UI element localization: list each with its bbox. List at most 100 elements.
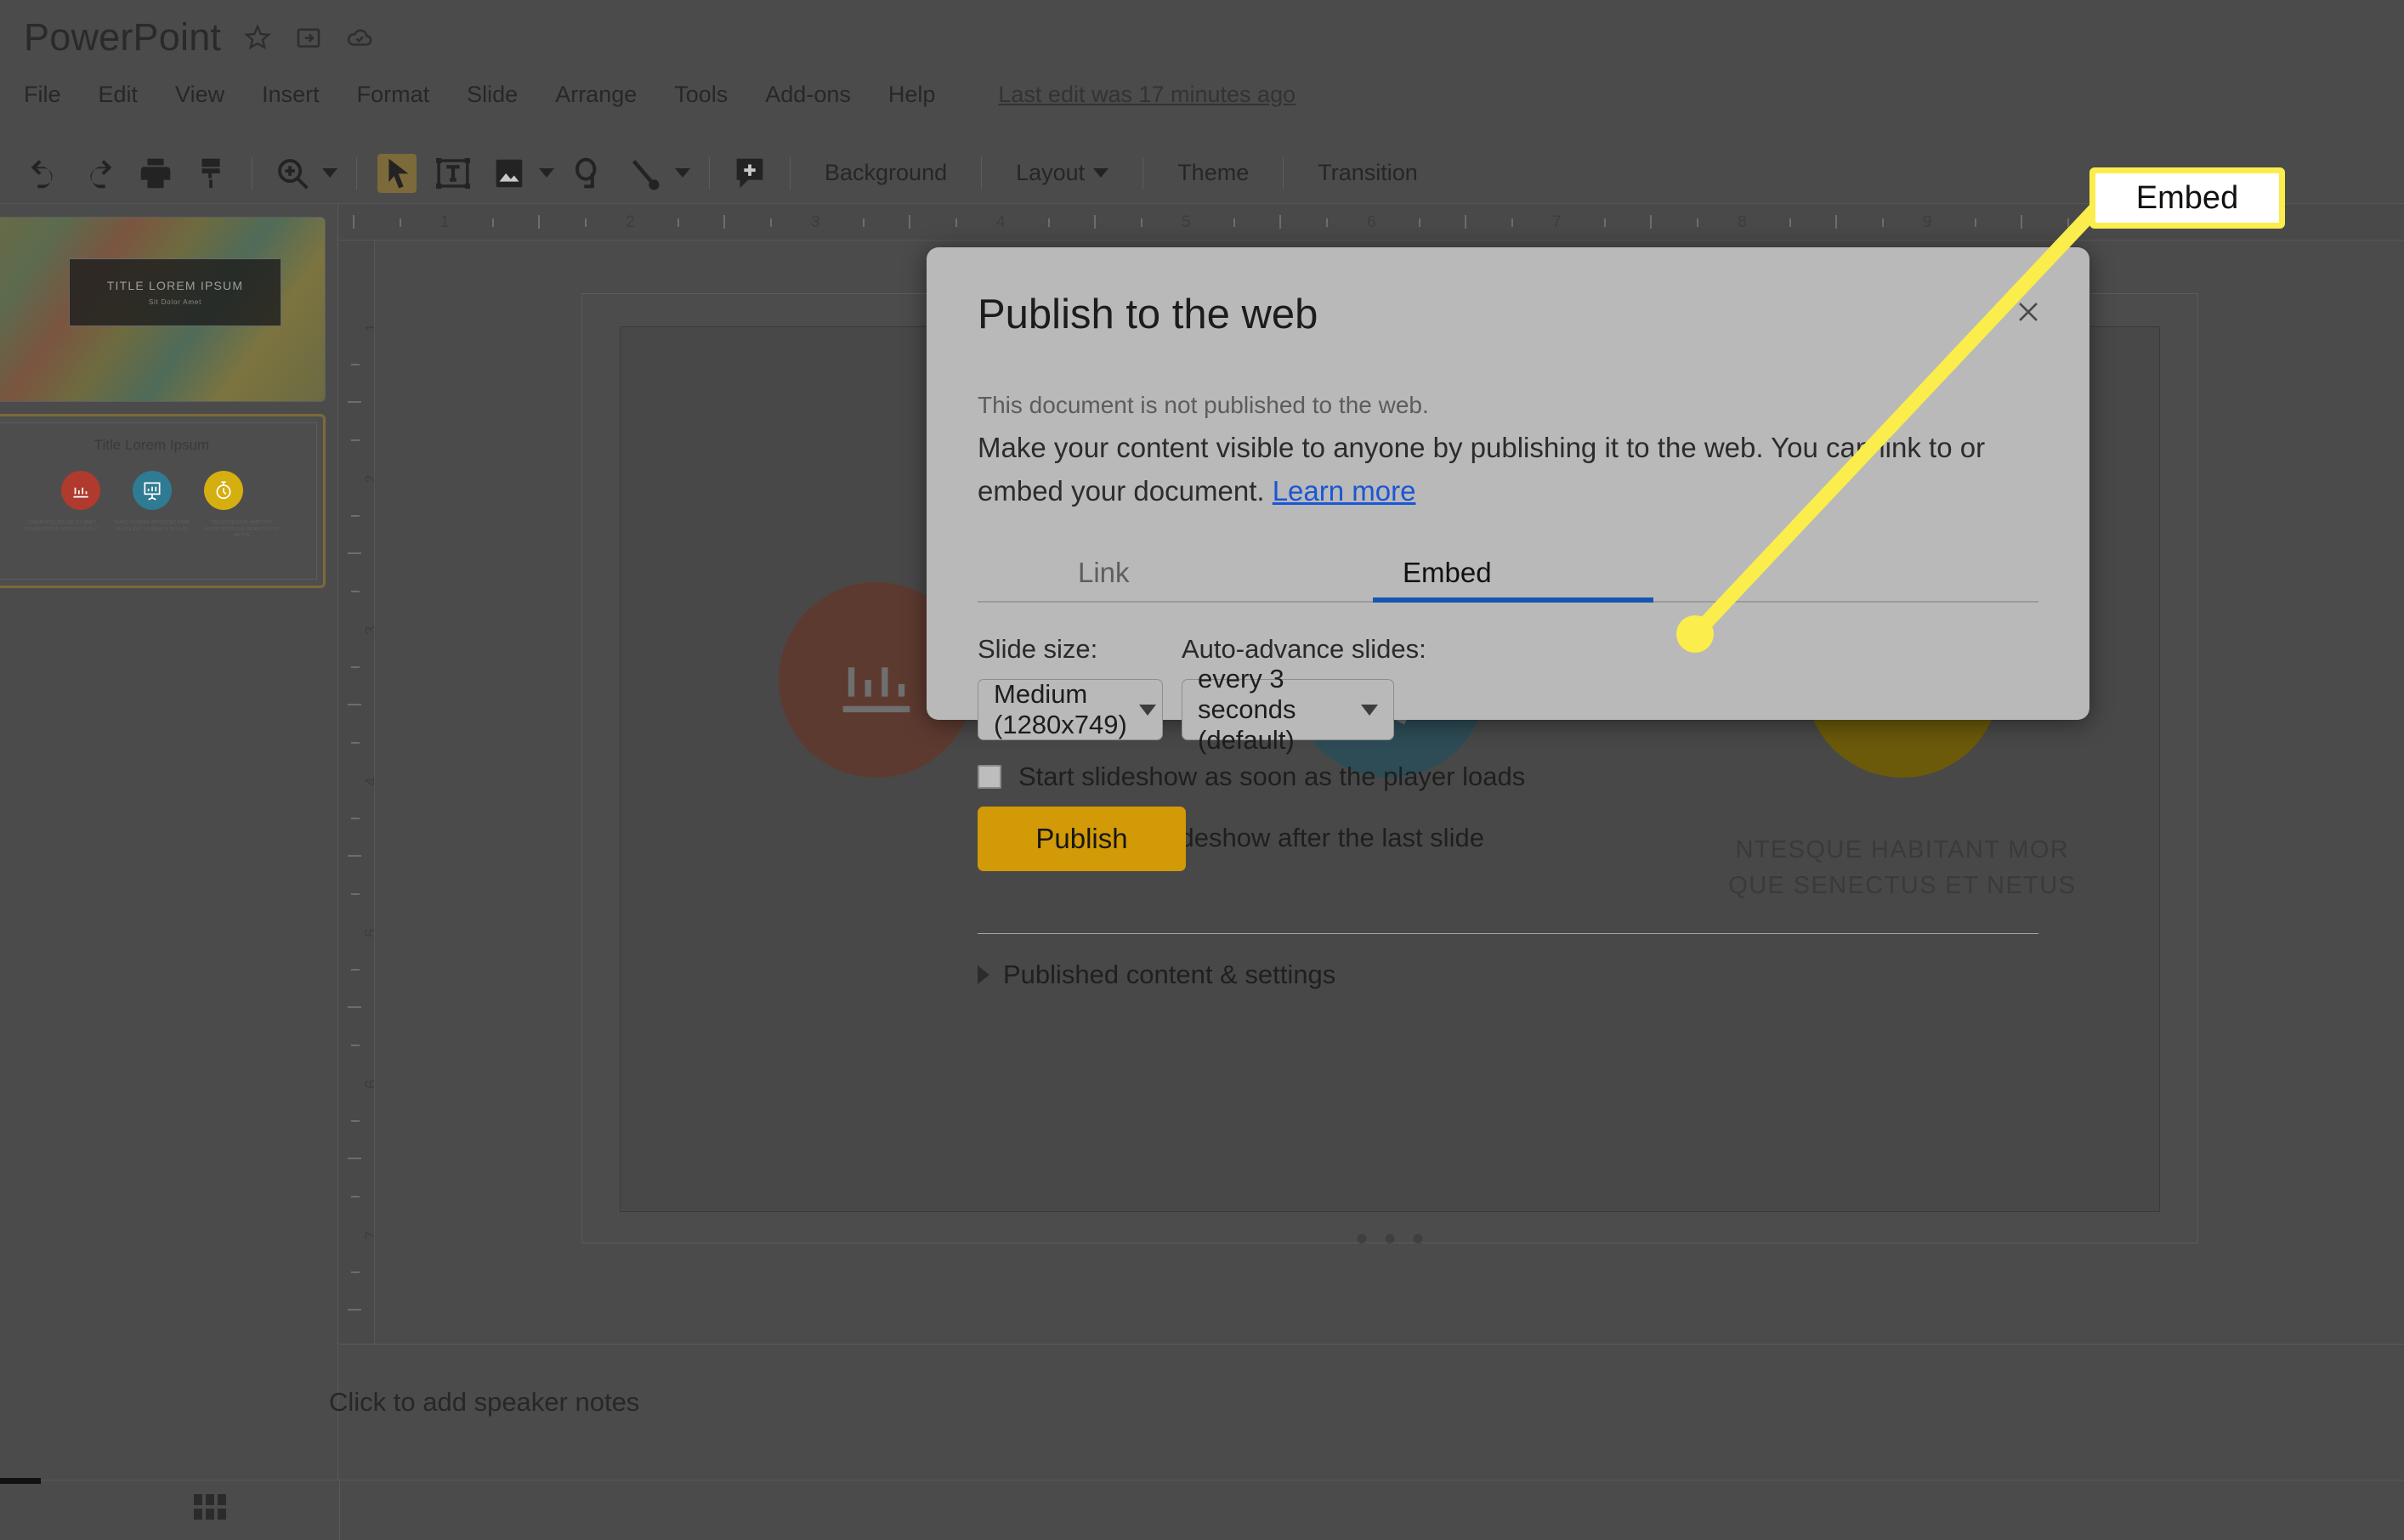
- chevron-down-icon: [1361, 704, 1378, 716]
- speaker-notes-pane[interactable]: Click to add speaker notes: [329, 1344, 2404, 1480]
- ruler-mark: 5: [363, 928, 374, 937]
- slide-thumbnail-2[interactable]: Title Lorem Ipsum LOREM IPSU DOLOR SIT A…: [0, 414, 326, 588]
- menu-item-arrange[interactable]: Arrange: [536, 82, 655, 108]
- slide-1-subtitle: Sit Dolor Amet: [148, 298, 202, 307]
- auto-advance-select[interactable]: every 3 seconds (default): [1182, 664, 1394, 755]
- tab-link[interactable]: Link: [1078, 557, 1130, 589]
- zoom-icon[interactable]: [273, 154, 312, 193]
- ruler-tick: [348, 401, 361, 403]
- last-edit-status[interactable]: Last edit was 17 minutes ago: [998, 82, 1296, 108]
- toolbar-divider: [1142, 156, 1144, 190]
- ruler-tick: [348, 704, 361, 705]
- stopwatch-icon: [203, 471, 243, 510]
- slide-size-select[interactable]: Medium (1280x749): [978, 679, 1163, 740]
- ruler-tick: [1325, 218, 1328, 227]
- line-icon[interactable]: [626, 154, 665, 193]
- status-bar-divider: [339, 1481, 340, 1540]
- document-title-row: PowerPoint: [24, 15, 374, 59]
- undo-icon[interactable]: [24, 154, 63, 193]
- theme-button[interactable]: Theme: [1155, 160, 1271, 186]
- menu-item-edit[interactable]: Edit: [80, 82, 157, 108]
- ruler-tick: [351, 665, 360, 668]
- slide-thumbnail-1[interactable]: TITLE LOREM IPSUM Sit Dolor Amet: [0, 217, 326, 402]
- toolbar-divider: [790, 156, 791, 190]
- published-content-settings-expander[interactable]: Published content & settings: [978, 960, 1335, 990]
- close-icon[interactable]: [2006, 290, 2050, 334]
- auto-advance-label: Auto-advance slides:: [1182, 634, 1426, 664]
- ruler-tick: [351, 1195, 360, 1197]
- menu-item-addons[interactable]: Add-ons: [746, 82, 870, 108]
- ruler-tick: [1511, 218, 1513, 227]
- menu-item-insert[interactable]: Insert: [243, 82, 338, 108]
- select-icon[interactable]: [377, 153, 417, 193]
- ruler-tick: [351, 514, 360, 517]
- vertical-ruler[interactable]: 1 2 3 4 5 6 7: [339, 241, 375, 1344]
- menu-item-format[interactable]: Format: [338, 82, 449, 108]
- comment-icon[interactable]: [730, 154, 769, 193]
- ruler-tick: [1140, 218, 1142, 227]
- publish-button[interactable]: Publish: [978, 807, 1186, 871]
- menu-item-view[interactable]: View: [156, 82, 243, 108]
- ruler-tick: [1279, 215, 1281, 229]
- pagination-dot[interactable]: [1357, 1234, 1366, 1243]
- start-slideshow-checkbox[interactable]: [978, 765, 1001, 789]
- menu-item-file[interactable]: File: [24, 82, 80, 108]
- ruler-tick: [348, 1309, 361, 1311]
- speaker-notes-placeholder[interactable]: Click to add speaker notes: [329, 1387, 639, 1418]
- background-button[interactable]: Background: [802, 160, 969, 186]
- tab-embed[interactable]: Embed: [1403, 557, 1492, 589]
- star-icon[interactable]: [243, 23, 272, 52]
- ruler-tick: [1835, 215, 1837, 229]
- ruler-tick: [1650, 215, 1652, 229]
- image-icon[interactable]: [490, 154, 529, 193]
- ruler-tick: [1465, 215, 1466, 229]
- slide-size-label: Slide size:: [978, 634, 1098, 664]
- slide-2-caption-3: PELLENTESQUE HABITANT MORBI TRISTIQUE SE…: [204, 520, 280, 538]
- paint-format-icon[interactable]: [192, 154, 231, 193]
- ruler-tick: [1789, 218, 1791, 227]
- grid-view-icon[interactable]: [194, 1494, 226, 1520]
- move-to-folder-icon[interactable]: [294, 23, 323, 52]
- ruler-tick: [2067, 218, 2069, 227]
- redo-icon[interactable]: [80, 154, 119, 193]
- ruler-mark: 4: [363, 777, 374, 786]
- callout-label-text: Embed: [2135, 179, 2239, 216]
- ruler-mark: 1: [440, 213, 450, 231]
- ruler-tick: [677, 218, 679, 227]
- print-icon[interactable]: [136, 154, 175, 193]
- zoom-dropdown-caret-icon[interactable]: [322, 168, 337, 178]
- learn-more-link[interactable]: Learn more: [1273, 475, 1416, 507]
- ruler-tick: [862, 218, 865, 227]
- image-dropdown-caret-icon[interactable]: [539, 168, 554, 178]
- dialog-title: Publish to the web: [978, 292, 1318, 337]
- menu-item-slide[interactable]: Slide: [448, 82, 536, 108]
- layout-caret-icon: [1093, 168, 1109, 178]
- menu-item-tools[interactable]: Tools: [655, 82, 746, 108]
- ruler-mark: 2: [626, 213, 635, 231]
- toolbar-divider: [1283, 156, 1284, 190]
- top-bar: PowerPoint File Edit View Insert Format …: [0, 0, 2404, 143]
- ruler-mark: 5: [1182, 213, 1191, 231]
- presentation-chart-icon: [132, 471, 172, 510]
- slide-2-content: Title Lorem Ipsum LOREM IPSU DOLOR SIT A…: [0, 422, 317, 580]
- dialog-description-text: Make your content visible to anyone by p…: [978, 432, 1986, 507]
- slide-size-value: Medium (1280x749): [994, 679, 1127, 739]
- line-dropdown-caret-icon[interactable]: [675, 168, 690, 178]
- menu-item-help[interactable]: Help: [870, 82, 955, 108]
- transition-button[interactable]: Transition: [1296, 160, 1440, 186]
- toolbar: Background Layout Theme Transition: [0, 143, 2404, 204]
- start-slideshow-label: Start slideshow as soon as the player lo…: [1018, 762, 1526, 791]
- bar-chart-icon: [60, 471, 100, 510]
- pagination-dot[interactable]: [1385, 1234, 1394, 1243]
- page-title[interactable]: PowerPoint: [24, 15, 221, 59]
- pagination-dot[interactable]: [1413, 1234, 1422, 1243]
- ruler-mark: 3: [363, 626, 374, 635]
- ruler-mark: 2: [363, 474, 374, 484]
- layout-button[interactable]: Layout: [994, 160, 1131, 186]
- dialog-description: Make your content visible to anyone by p…: [978, 426, 2036, 512]
- cloud-saved-icon[interactable]: [345, 23, 374, 52]
- active-tab-indicator: [1373, 597, 1653, 603]
- shape-icon[interactable]: [570, 154, 609, 193]
- start-slideshow-checkbox-row[interactable]: Start slideshow as soon as the player lo…: [978, 762, 1525, 792]
- textbox-icon[interactable]: [434, 154, 473, 193]
